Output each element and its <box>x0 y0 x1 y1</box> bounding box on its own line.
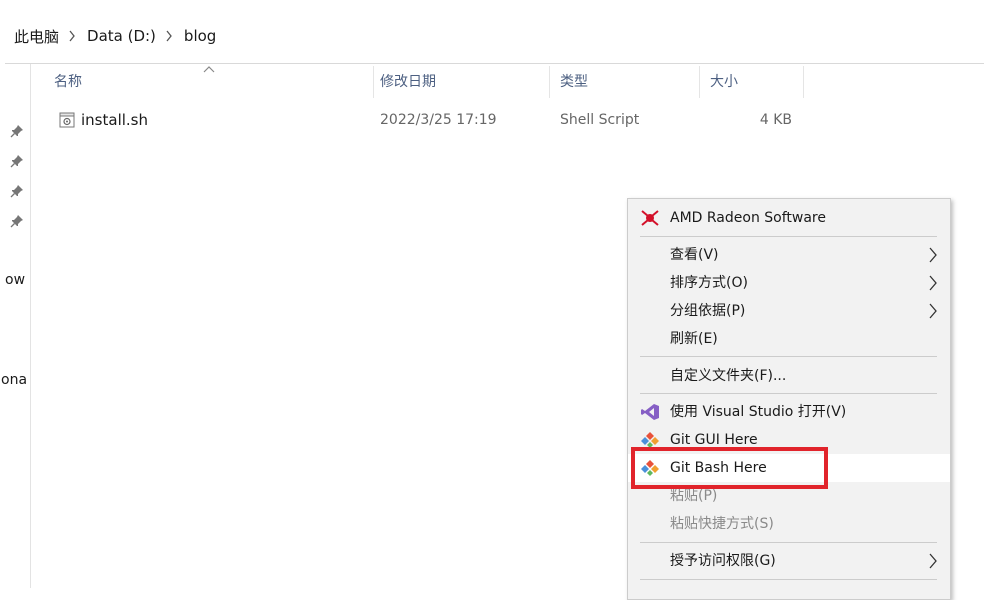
file-modified-date: 2022/3/25 17:19 <box>380 112 497 128</box>
menu-item-paste-shortcut[interactable]: 粘贴快捷方式(S) <box>628 510 950 538</box>
chevron-right-icon <box>929 303 937 319</box>
column-header-size[interactable]: 大小 <box>700 66 804 98</box>
nav-item-label[interactable]: ona <box>1 372 27 388</box>
nav-item-label[interactable]: ow <box>5 272 25 288</box>
menu-item-open-with-visual-studio[interactable]: 使用 Visual Studio 打开(V) <box>628 398 950 426</box>
amd-radeon-icon <box>640 209 660 227</box>
chevron-right-icon[interactable] <box>165 30 175 42</box>
menu-item-label: 刷新(E) <box>670 331 718 347</box>
file-size: 4 KB <box>759 112 792 128</box>
column-header-name[interactable]: 名称 <box>44 66 374 98</box>
chevron-right-icon <box>929 553 937 569</box>
menu-item-group-by[interactable]: 分组依据(P) <box>628 297 950 325</box>
file-name[interactable]: install.sh <box>81 106 148 134</box>
menu-item-sort-by[interactable]: 排序方式(O) <box>628 269 950 297</box>
menu-item-label: 粘贴快捷方式(S) <box>670 516 774 532</box>
context-menu: AMD Radeon Software 查看(V) 排序方式(O) 分组依据(P… <box>627 198 951 600</box>
chevron-right-icon <box>929 247 937 263</box>
menu-separator <box>640 393 937 394</box>
menu-item-view[interactable]: 查看(V) <box>628 241 950 269</box>
chevron-right-icon <box>929 275 937 291</box>
address-bar-divider <box>5 63 984 64</box>
breadcrumb-blog[interactable]: blog <box>184 27 216 45</box>
menu-separator <box>640 236 937 237</box>
breadcrumb-this-pc[interactable]: 此电脑 <box>14 26 59 47</box>
menu-item-give-access-to[interactable]: 授予访问权限(G) <box>628 547 950 575</box>
file-row[interactable]: install.sh 2022/3/25 17:19 Shell Script … <box>44 106 804 134</box>
menu-item-amd-radeon[interactable]: AMD Radeon Software <box>628 204 950 232</box>
menu-item-label: AMD Radeon Software <box>670 210 826 226</box>
pin-icon[interactable] <box>10 124 24 138</box>
menu-item-label: 查看(V) <box>670 247 719 263</box>
pin-icon[interactable] <box>10 184 24 198</box>
column-header-type[interactable]: 类型 <box>550 66 700 98</box>
highlight-annotation-box <box>631 447 828 489</box>
menu-item-label: 使用 Visual Studio 打开(V) <box>670 404 847 420</box>
menu-separator <box>640 356 937 357</box>
menu-item-customize-folder[interactable]: 自定义文件夹(F)... <box>628 362 950 390</box>
column-header-date[interactable]: 修改日期 <box>370 66 550 98</box>
menu-item-label: 分组依据(P) <box>670 303 746 319</box>
pin-icon[interactable] <box>10 214 24 228</box>
pin-icon[interactable] <box>10 154 24 168</box>
menu-separator <box>640 542 937 543</box>
menu-item-label: 授予访问权限(G) <box>670 553 776 569</box>
breadcrumb: 此电脑 Data (D:) blog <box>0 18 984 54</box>
menu-item-label: 自定义文件夹(F)... <box>670 368 787 384</box>
file-type: Shell Script <box>560 112 640 128</box>
column-headers: 名称 修改日期 类型 大小 <box>44 66 804 98</box>
chevron-right-icon[interactable] <box>68 30 78 42</box>
menu-item-label: 排序方式(O) <box>670 275 748 291</box>
visual-studio-icon <box>640 403 660 421</box>
menu-item-refresh[interactable]: 刷新(E) <box>628 325 950 353</box>
breadcrumb-data-drive[interactable]: Data (D:) <box>87 27 156 45</box>
shell-script-file-icon <box>58 111 76 129</box>
menu-separator <box>640 579 937 580</box>
navigation-pane[interactable]: ow ona <box>0 64 31 588</box>
